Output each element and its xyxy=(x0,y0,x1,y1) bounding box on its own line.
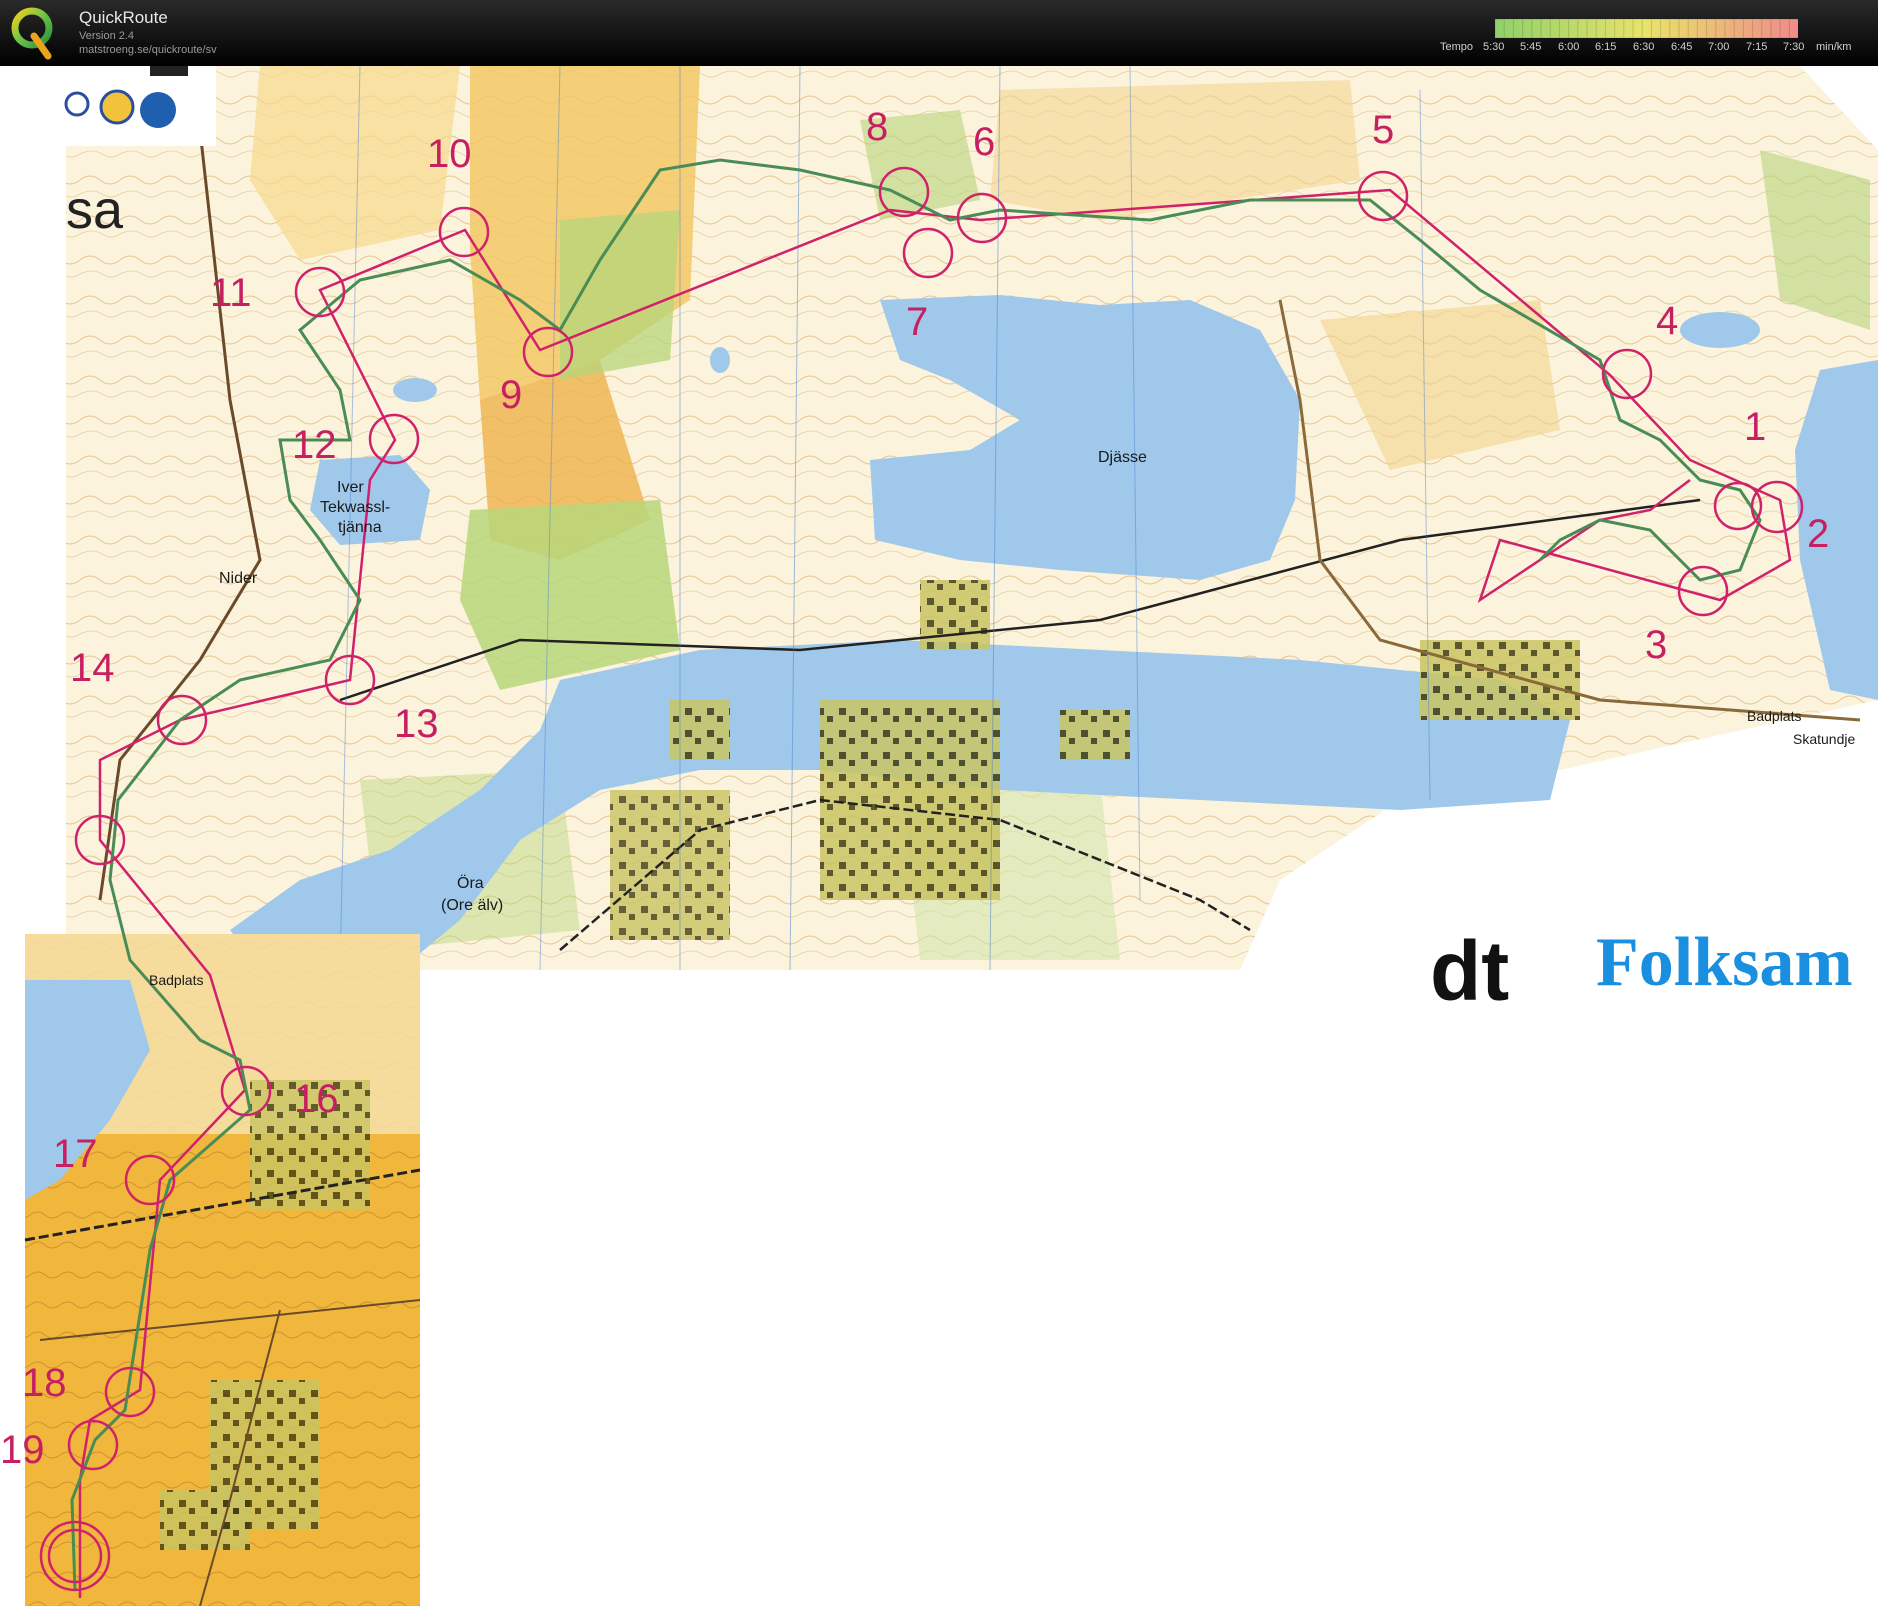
control-number: 9 xyxy=(500,373,522,417)
control-number: 19 xyxy=(0,1428,45,1472)
pace-color-scale xyxy=(1495,19,1798,38)
control-number: 14 xyxy=(70,646,115,690)
control-number: 2 xyxy=(1807,512,1829,556)
control-number: 1 xyxy=(1744,405,1766,449)
control-number: 12 xyxy=(292,423,337,467)
place-name: Skatundje xyxy=(1793,731,1855,747)
pace-tick: 7:00 xyxy=(1708,41,1730,53)
app-header: QuickRoute Version 2.4 matstroeng.se/qui… xyxy=(0,0,1878,66)
sponsor-folksam: Folksam xyxy=(1596,924,1853,1001)
pace-tick: 6:45 xyxy=(1671,41,1693,53)
place-name: Tekwassl- xyxy=(320,499,390,516)
app-title: QuickRoute xyxy=(79,8,168,27)
control-number: 8 xyxy=(866,105,888,149)
pace-tick: 7:30 xyxy=(1783,41,1805,53)
control-number: 10 xyxy=(427,132,472,176)
app-url: matstroeng.se/quickroute/sv xyxy=(79,44,217,56)
club-badges xyxy=(64,66,216,146)
control-number: 6 xyxy=(973,120,995,164)
place-name: Nider xyxy=(219,570,258,587)
pace-unit: min/km xyxy=(1816,41,1852,53)
control-number: 17 xyxy=(53,1132,98,1176)
control-number: 11 xyxy=(210,271,252,315)
pace-tick: 5:30 xyxy=(1483,41,1505,53)
orienteering-map[interactable]: 1 2 3 4 5 6 7 8 9 10 11 12 13 14 16 17 1… xyxy=(0,66,1878,1606)
pace-tick: 6:15 xyxy=(1595,41,1617,53)
pace-tick: 5:45 xyxy=(1520,41,1542,53)
map-title-fragment: sa xyxy=(66,180,124,240)
map-sheet-inset xyxy=(24,934,421,1606)
pace-tick: 6:30 xyxy=(1633,41,1655,53)
control-number: 7 xyxy=(906,300,928,344)
place-name: Djässe xyxy=(1098,449,1147,466)
place-name: Iver xyxy=(337,479,364,496)
pace-scale-label: Tempo xyxy=(1440,41,1474,53)
control-number: 18 xyxy=(22,1361,67,1405)
pace-tick: 7:15 xyxy=(1746,41,1768,53)
app-version: Version 2.4 xyxy=(79,30,135,42)
place-name: Badplats xyxy=(149,972,203,988)
control-number: 3 xyxy=(1645,623,1667,667)
place-name: tjänna xyxy=(338,519,382,536)
place-name: Badplats xyxy=(1747,708,1801,724)
pace-tick: 6:00 xyxy=(1558,41,1580,53)
sponsor-dt: dt xyxy=(1430,924,1509,1018)
control-number: 13 xyxy=(394,702,439,746)
control-number: 5 xyxy=(1372,108,1394,152)
quickroute-logo-icon xyxy=(11,7,53,60)
place-name: Öra xyxy=(457,874,484,892)
control-number: 4 xyxy=(1656,299,1678,343)
control-number: 16 xyxy=(294,1077,339,1121)
place-name: (Ore älv) xyxy=(441,897,503,914)
